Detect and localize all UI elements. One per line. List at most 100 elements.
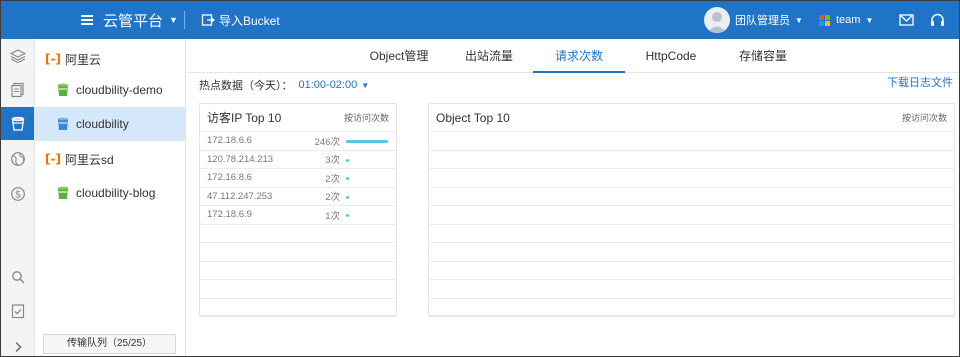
object-list	[429, 132, 954, 317]
dollar-icon[interactable]: $	[1, 177, 34, 210]
aliyun-logo-icon: [-]	[45, 152, 61, 166]
sort-note: 按访问次数	[901, 113, 947, 123]
menu-icon[interactable]	[81, 1, 95, 39]
time-range-select[interactable]: 01:00-02:00	[299, 79, 358, 91]
visit-count: 2次	[325, 173, 340, 185]
visit-count-bar	[346, 140, 388, 143]
visitor-ip-panel: 访客IP Top 10 按访问次数 172.18.6.6 246次 120.78.2…	[199, 103, 397, 317]
hot-data-filter: 热点数据（今天）： 01:00-02:00 ▼	[199, 77, 369, 93]
mail-icon[interactable]	[899, 1, 914, 39]
visit-count-bar	[346, 158, 349, 162]
chevron-down-icon: ▼	[169, 15, 178, 25]
visit-count-bar	[346, 214, 349, 217]
bucket-icon	[58, 83, 68, 96]
table-row	[200, 225, 396, 243]
visit-count-bar	[346, 195, 349, 199]
table-row	[429, 151, 954, 169]
table-row	[200, 243, 396, 262]
visitor-ip: 120.78.214.213	[207, 153, 274, 165]
table-row: 172.16.8.6 2次	[200, 169, 396, 188]
bucket-icon	[58, 117, 68, 130]
sidebar-group-aliyun-sd[interactable]: [-] 阿里云sd	[35, 142, 185, 176]
table-row	[200, 280, 396, 299]
team-name: team	[836, 14, 861, 26]
sort-note: 按访问次数	[343, 113, 389, 123]
avatar[interactable]	[704, 7, 730, 33]
visitor-ip: 172.16.8.6	[207, 172, 252, 184]
table-row	[429, 299, 954, 317]
team-logo-icon	[819, 14, 830, 26]
object-top-panel: Object Top 10 按访问次数	[428, 103, 955, 317]
globe-icon[interactable]	[1, 142, 34, 175]
sidebar-item-cloudbility-blog[interactable]: cloudbility-blog	[35, 176, 185, 210]
tab-outbound-traffic[interactable]: 出站流量	[451, 39, 527, 73]
tab-object-management[interactable]: Object管理	[357, 39, 441, 73]
top-bar: 云管平台 ▼ 导入Bucket 团队管理员 ▼ team ▼	[1, 1, 959, 39]
tab-httpcode[interactable]: HttpCode	[633, 39, 709, 73]
tab-request-count[interactable]: 请求次数	[533, 39, 625, 73]
documents-icon[interactable]	[1, 73, 34, 106]
visit-count: 1次	[325, 210, 340, 222]
import-bucket-label: 导入Bucket	[219, 13, 280, 28]
panel-header: Object Top 10 按访问次数	[429, 104, 954, 132]
visitor-ip: 172.18.6.9	[207, 209, 252, 221]
table-row	[429, 132, 954, 151]
table-row	[429, 188, 954, 206]
sidebar-group-label: 阿里云	[64, 52, 101, 67]
tab-bar: Object管理 出站流量 请求次数 HttpCode 存储容量	[187, 39, 959, 73]
chevron-down-icon: ▼	[795, 15, 803, 25]
sidebar-item-cloudbility[interactable]: cloudbility	[35, 107, 185, 141]
table-row: 47.112.247.253 2次	[200, 188, 396, 206]
divider	[184, 11, 185, 29]
chevron-down-icon[interactable]: ▼	[361, 81, 369, 90]
tab-storage-capacity[interactable]: 存储容量	[723, 39, 803, 73]
sidebar-item-cloudbility-demo[interactable]: cloudbility-demo	[35, 73, 185, 107]
visitor-ip: 172.18.6.6	[207, 135, 252, 147]
sidebar-group-label: 阿里云sd	[64, 152, 114, 167]
table-row	[429, 225, 954, 243]
brand-title: 云管平台	[103, 12, 164, 30]
icon-rail: $	[1, 39, 35, 356]
import-bucket-button[interactable]: 导入Bucket	[201, 1, 280, 39]
support-headset-icon[interactable]	[930, 1, 945, 39]
svg-text:$: $	[14, 189, 20, 200]
bucket-icon[interactable]	[1, 107, 34, 140]
sidebar-group-aliyun[interactable]: [-] 阿里云	[35, 42, 185, 76]
table-row	[429, 262, 954, 280]
bucket-icon	[58, 186, 68, 199]
download-log-link[interactable]: 下载日志文件	[887, 74, 953, 90]
table-row: 120.78.214.213 3次	[200, 151, 396, 169]
layers-icon[interactable]	[1, 39, 34, 72]
expand-arrow-icon[interactable]	[1, 330, 34, 357]
platform-switcher[interactable]: 云管平台 ▼	[103, 1, 178, 39]
visitor-ip-list: 172.18.6.6 246次 120.78.214.213 3次 172.16.8.6…	[200, 132, 396, 317]
chevron-down-icon: ▼	[865, 15, 874, 25]
sidebar-item-label: cloudbility-blog	[76, 186, 156, 200]
visit-count: 3次	[325, 155, 340, 167]
table-row	[200, 262, 396, 280]
user-menu[interactable]: 团队管理员 ▼	[735, 1, 803, 39]
panel-title: Object Top 10	[436, 110, 510, 125]
sidebar-item-label: cloudbility-demo	[76, 83, 163, 97]
table-row	[429, 206, 954, 225]
aliyun-logo-icon: [-]	[45, 52, 61, 66]
hot-data-label: 热点数据（今天）：	[199, 80, 293, 92]
table-row	[429, 243, 954, 262]
sidebar-item-label: cloudbility	[76, 117, 129, 131]
table-row: 172.18.6.9 1次	[200, 206, 396, 225]
visitor-ip: 47.112.247.253	[207, 190, 273, 202]
visit-count: 2次	[325, 192, 340, 204]
panel-title: 访客IP Top 10	[207, 111, 282, 125]
search-icon[interactable]	[1, 260, 34, 293]
table-row	[429, 169, 954, 188]
transfer-queue-button[interactable]: 传输队列（25/25）	[43, 334, 176, 354]
user-name: 团队管理员	[735, 15, 790, 27]
bucket-sidebar: [-] 阿里云 cloudbility-demo cloudbility [-]…	[35, 39, 186, 356]
visit-count: 246次	[314, 136, 340, 148]
visit-count-bar	[346, 177, 349, 180]
task-check-icon[interactable]	[1, 294, 34, 327]
table-row	[200, 299, 396, 317]
team-menu[interactable]: team ▼	[819, 1, 873, 39]
import-icon	[201, 14, 215, 26]
panel-header: 访客IP Top 10 按访问次数	[200, 104, 396, 132]
